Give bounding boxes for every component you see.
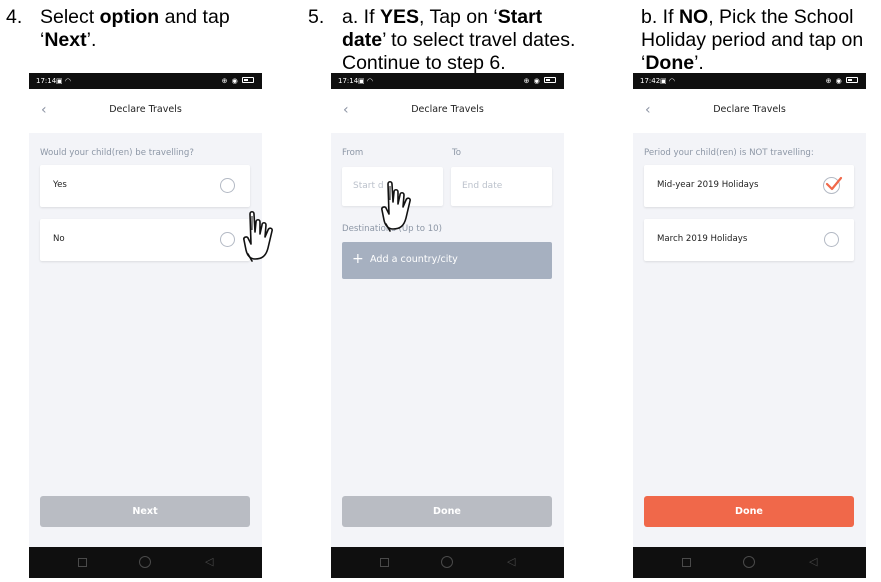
home-icon[interactable]: [139, 556, 151, 568]
notification-icons: ▣ ◠: [660, 77, 675, 85]
status-time: 17:42: [640, 77, 661, 85]
step-text: a. If: [342, 6, 380, 28]
option-yes[interactable]: Yes: [40, 165, 250, 207]
step-text: ’.: [86, 29, 97, 51]
step-number: 5.: [308, 6, 325, 28]
end-date-field[interactable]: End date: [451, 167, 552, 206]
step-text: and tap: [159, 6, 230, 28]
step-number: 4.: [6, 6, 23, 28]
phone-screen-select-option: 17:14 ▣ ◠ ⊕ ◉ ‹ Declare Travels Would yo…: [29, 73, 262, 578]
step-bold: NO: [678, 6, 709, 28]
plus-icon: +: [352, 251, 364, 267]
radio-button[interactable]: [220, 232, 235, 247]
status-bar: 17:42 ▣ ◠ ⊕ ◉: [633, 73, 866, 89]
step-text: b. If: [641, 6, 679, 28]
done-button[interactable]: Done: [644, 496, 854, 527]
battery-icon: [544, 77, 556, 83]
radio-button[interactable]: [220, 178, 235, 193]
notification-icons: ▣ ◠: [358, 77, 373, 85]
back-icon[interactable]: ◁: [809, 556, 817, 568]
battery-icon: [242, 77, 254, 83]
done-button[interactable]: Done: [342, 496, 552, 527]
phone-screen-travel-dates: 17:14 ▣ ◠ ⊕ ◉ ‹ Declare Travels From To …: [331, 73, 564, 578]
step-bold: option: [99, 6, 160, 28]
step-text: Holiday period and tap on: [641, 29, 864, 51]
checkmark-icon[interactable]: [823, 176, 843, 194]
option-label: Mid-year 2019 Holidays: [657, 180, 759, 190]
option-mid-year-holidays[interactable]: Mid-year 2019 Holidays: [644, 165, 854, 207]
period-question: Period your child(ren) is NOT travelling…: [644, 148, 814, 158]
phone-screen-school-holidays: 17:42 ▣ ◠ ⊕ ◉ ‹ Declare Travels Period y…: [633, 73, 866, 578]
step-5a-instruction: 5. a. If YES, Tap on ‘Start date’ to sel…: [308, 6, 608, 76]
back-icon[interactable]: ◁: [205, 556, 213, 568]
option-label: Yes: [53, 180, 67, 190]
from-label: From: [342, 148, 364, 158]
system-icons: ⊕ ◉: [524, 73, 556, 89]
home-icon[interactable]: [441, 556, 453, 568]
home-icon[interactable]: [743, 556, 755, 568]
step-4-instruction: 4. Select option and tap ‘Next’.: [6, 6, 276, 54]
system-icons: ⊕ ◉: [222, 73, 254, 89]
android-nav-bar: ◁: [331, 547, 564, 578]
notification-icons: ▣ ◠: [56, 77, 71, 85]
step-bold: Done: [645, 52, 695, 74]
option-label: March 2019 Holidays: [657, 234, 748, 244]
step-text: , Pick the School: [708, 6, 854, 28]
status-time: 17:14: [36, 77, 57, 85]
app-header: ‹ Declare Travels: [29, 89, 262, 133]
pointing-hand-icon: [243, 210, 273, 262]
option-no[interactable]: No: [40, 219, 250, 261]
step-text: Select: [40, 6, 100, 28]
to-label: To: [452, 148, 462, 158]
step-bold: Next: [44, 29, 87, 51]
page-title: Declare Travels: [713, 104, 786, 115]
step-text: ’.: [694, 52, 704, 74]
pointing-hand-icon: [381, 180, 411, 232]
recent-apps-icon[interactable]: [78, 558, 87, 567]
step-text: , Tap on ‘: [418, 6, 498, 28]
start-date-placeholder: Start d: [353, 181, 384, 191]
add-country-label: Add a country/city: [370, 254, 458, 265]
app-header: ‹ Declare Travels: [331, 89, 564, 133]
back-icon[interactable]: ◁: [507, 556, 515, 568]
status-time: 17:14: [338, 77, 359, 85]
option-label: No: [53, 234, 65, 244]
status-bar: 17:14 ▣ ◠ ⊕ ◉: [331, 73, 564, 89]
step-text: ’ to select travel dates.: [382, 29, 576, 51]
page-title: Declare Travels: [411, 104, 484, 115]
step-text: Continue to step 6.: [342, 52, 506, 74]
app-header: ‹ Declare Travels: [633, 89, 866, 133]
android-nav-bar: ◁: [29, 547, 262, 578]
option-march-holidays[interactable]: March 2019 Holidays: [644, 219, 854, 261]
step-5b-instruction: b. If NO, Pick the School Holiday period…: [641, 6, 881, 76]
status-bar: 17:14 ▣ ◠ ⊕ ◉: [29, 73, 262, 89]
system-icons: ⊕ ◉: [826, 73, 858, 89]
recent-apps-icon[interactable]: [682, 558, 691, 567]
step-bold: date: [342, 29, 383, 51]
android-nav-bar: ◁: [633, 547, 866, 578]
add-country-button[interactable]: + Add a country/city: [342, 242, 552, 279]
recent-apps-icon[interactable]: [380, 558, 389, 567]
radio-button[interactable]: [824, 232, 839, 247]
step-bold: YES: [379, 6, 419, 28]
step-bold: Start: [497, 6, 543, 28]
end-date-placeholder: End date: [462, 181, 503, 191]
battery-icon: [846, 77, 858, 83]
travel-question: Would your child(ren) be travelling?: [40, 148, 194, 158]
page-title: Declare Travels: [109, 104, 182, 115]
next-button[interactable]: Next: [40, 496, 250, 527]
